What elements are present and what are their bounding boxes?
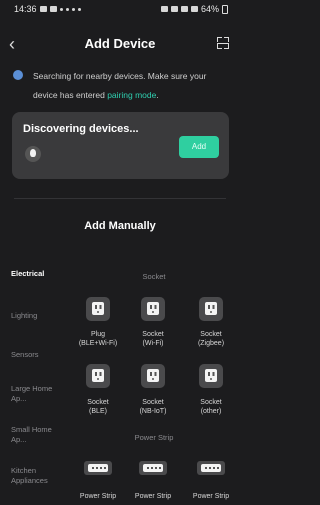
- scan-button[interactable]: [217, 37, 229, 49]
- section-title-power-strip: Power Strip: [134, 433, 174, 442]
- device-item[interactable]: Socket (Wi-Fi): [123, 330, 183, 348]
- device-sub: (BLE+Wi-Fi): [78, 340, 118, 347]
- alarm-icon: [160, 6, 168, 12]
- category-sensors[interactable]: Sensors: [11, 350, 39, 360]
- device-name: Plug: [90, 331, 105, 338]
- pairing-mode-link[interactable]: pairing mode: [107, 90, 156, 100]
- device-sub: (BLE): [89, 408, 107, 415]
- notification-icon: [49, 6, 57, 12]
- bluetooth-icon: [13, 70, 23, 80]
- device-item[interactable]: Socket (NB-IoT): [123, 398, 183, 416]
- socket-icon[interactable]: [199, 297, 223, 321]
- device-sub: (NB-IoT): [139, 408, 167, 415]
- device-name: Socket: [87, 399, 109, 406]
- wifi-icon: [180, 6, 188, 12]
- socket-icon[interactable]: [141, 297, 165, 321]
- notification-icon: [71, 7, 75, 11]
- battery-percent: 64%: [200, 4, 219, 14]
- device-item[interactable]: Socket (other): [181, 398, 241, 416]
- socket-icon[interactable]: [86, 297, 110, 321]
- search-notice: Searching for nearby devices. Make sure …: [33, 67, 233, 105]
- socket-icon[interactable]: [86, 364, 110, 388]
- status-time: 14:36: [14, 4, 37, 14]
- device-name: Socket: [200, 399, 222, 406]
- section-title-socket: Socket: [142, 272, 166, 281]
- discovering-card: Discovering devices... Add: [12, 112, 229, 179]
- category-lighting[interactable]: Lighting: [11, 311, 37, 321]
- battery-icon: [222, 4, 228, 14]
- device-item[interactable]: Socket (Zigbee): [181, 330, 241, 348]
- signal-icon: [190, 6, 198, 12]
- header: ‹ Add Device: [0, 28, 240, 62]
- notification-icon: [59, 7, 63, 11]
- vibrate-icon: [170, 6, 178, 12]
- power-strip-icon[interactable]: [84, 461, 112, 475]
- page-title: Add Device: [84, 36, 156, 51]
- device-sub: (Wi-Fi): [142, 340, 164, 347]
- device-item[interactable]: Plug (BLE+Wi-Fi): [68, 330, 128, 348]
- device-name: Socket: [142, 331, 164, 338]
- divider: [14, 198, 226, 199]
- add-button[interactable]: Add: [179, 136, 219, 158]
- lightbulb-icon: [25, 146, 41, 162]
- device-name: Socket: [200, 331, 222, 338]
- category-electrical[interactable]: Electrical: [11, 269, 44, 279]
- notice-period: .: [156, 90, 159, 100]
- add-manually-heading: Add Manually: [84, 220, 156, 232]
- device-item[interactable]: Socket (BLE): [68, 398, 128, 416]
- notification-icon: [39, 6, 47, 12]
- notification-icon: [65, 7, 69, 11]
- category-large-home-appliances[interactable]: Large Home Ap...: [11, 384, 57, 404]
- category-small-home-appliances[interactable]: Small Home Ap...: [11, 425, 57, 445]
- device-item[interactable]: Power Strip: [181, 492, 241, 501]
- scan-icon: [217, 42, 229, 44]
- socket-icon[interactable]: [141, 364, 165, 388]
- device-name: Socket: [142, 399, 164, 406]
- device-item[interactable]: Power Strip: [68, 492, 128, 501]
- device-sub: (other): [200, 408, 222, 415]
- device-item[interactable]: Power Strip: [123, 492, 183, 501]
- device-sub: (Zigbee): [197, 340, 225, 347]
- power-strip-icon[interactable]: [139, 461, 167, 475]
- discovering-title: Discovering devices...: [23, 123, 139, 135]
- status-bar: 14:36 64%: [0, 0, 240, 18]
- category-kitchen-appliances[interactable]: Kitchen Appliances: [11, 466, 57, 486]
- power-strip-icon[interactable]: [197, 461, 225, 475]
- socket-icon[interactable]: [199, 364, 223, 388]
- more-notifications-icon: [77, 7, 81, 11]
